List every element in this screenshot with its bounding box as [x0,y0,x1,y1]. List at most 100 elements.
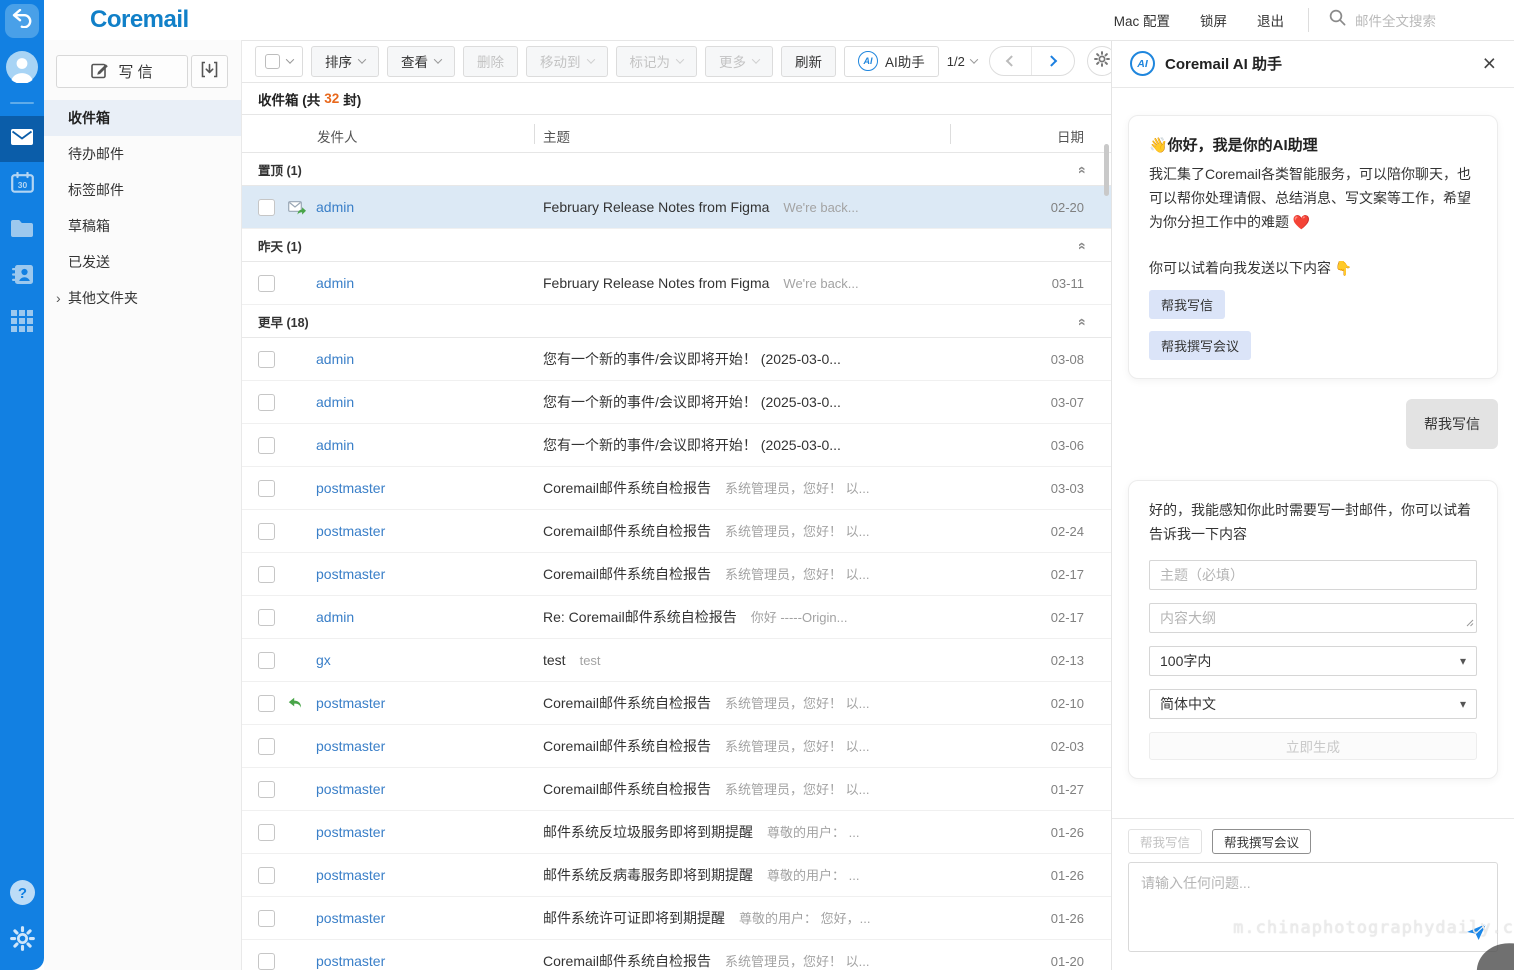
mail-row[interactable]: postmaster Coremail邮件系统自检报告 系统管理员，您好！ 以.… [242,510,1111,553]
mark-as-button[interactable]: 标记为 [616,46,698,77]
row-subject[interactable]: 邮件系统反病毒服务即将到期提醒 尊敬的用户： ... [543,865,1022,885]
row-checkbox[interactable] [258,910,275,927]
ai-assistant-button[interactable]: AI AI助手 [844,46,939,77]
collapse-icon[interactable]: « [1075,242,1091,250]
mail-row[interactable]: admin Re: Coremail邮件系统自检报告 你好 -----Origi… [242,596,1111,639]
row-checkbox[interactable] [258,953,275,970]
row-sender[interactable]: postmaster [316,523,543,539]
send-icon[interactable] [1466,923,1487,944]
length-select[interactable]: 100字内 ▾ [1149,646,1477,676]
row-sender[interactable]: admin [316,437,543,453]
row-subject[interactable]: 您有一个新的事件/会议即将开始！ (2025-03-0... [543,435,1022,455]
row-checkbox[interactable] [258,781,275,798]
row-subject[interactable]: test test [543,652,1022,668]
mail-row[interactable]: postmaster Coremail邮件系统自检报告 系统管理员，您好！ 以.… [242,682,1111,725]
row-checkbox[interactable] [258,523,275,540]
sidebar-folder-3[interactable]: 草稿箱 [44,208,241,244]
more-button[interactable]: 更多 [705,46,773,77]
row-sender[interactable]: postmaster [316,867,543,883]
column-date[interactable]: 日期 [1057,126,1084,146]
row-sender[interactable]: postmaster [316,953,543,969]
move-to-button[interactable]: 移动到 [526,46,608,77]
mail-row[interactable]: admin February Release Notes from Figma … [242,262,1111,305]
row-subject[interactable]: Coremail邮件系统自检报告 系统管理员，您好！ 以... [543,478,1022,498]
suggestion-chip-1[interactable]: 帮我撰写会议 [1149,331,1251,360]
mail-row[interactable]: admin 您有一个新的事件/会议即将开始！ (2025-03-0... 03-… [242,424,1111,467]
sort-button[interactable]: 排序 [311,46,379,77]
mail-row[interactable]: postmaster Coremail邮件系统自检报告 系统管理员，您好！ 以.… [242,725,1111,768]
row-subject[interactable]: February Release Notes from Figma We're … [543,199,1022,215]
mail-row[interactable]: gx test test 02-13 [242,639,1111,682]
mail-row[interactable]: postmaster Coremail邮件系统自检报告 系统管理员，您好！ 以.… [242,768,1111,811]
column-subject[interactable]: 主题 [543,126,570,146]
row-sender[interactable]: admin [316,394,543,410]
row-subject[interactable]: 您有一个新的事件/会议即将开始！ (2025-03-0... [543,349,1022,369]
row-checkbox[interactable] [258,480,275,497]
row-checkbox[interactable] [258,566,275,583]
section-header[interactable]: 更早 (18) « [242,305,1111,338]
select-all-dropdown[interactable] [255,46,303,77]
mail-list-scrollbar[interactable] [1104,144,1109,196]
mail-row[interactable]: postmaster Coremail邮件系统自检报告 系统管理员，您好！ 以.… [242,553,1111,596]
row-checkbox[interactable] [258,609,275,626]
settings-button[interactable] [5,924,39,958]
refresh-button[interactable]: 刷新 [781,46,836,77]
generate-button[interactable]: 立即生成 [1149,732,1477,760]
quick-action-button-0[interactable]: 帮我写信 [1128,829,1202,854]
sidebar-folder-5[interactable]: ›其他文件夹 [44,280,241,316]
mail-row[interactable]: admin February Release Notes from Figma … [242,186,1111,229]
subject-input[interactable]: 主题（必填） [1149,560,1477,590]
section-header[interactable]: 置顶 (1) « [242,153,1111,186]
collapse-icon[interactable]: « [1075,318,1091,326]
row-subject[interactable]: Coremail邮件系统自检报告 系统管理员，您好！ 以... [543,736,1022,756]
rail-item-apps[interactable] [0,300,44,346]
view-button[interactable]: 查看 [387,46,455,77]
row-checkbox[interactable] [258,867,275,884]
column-sender[interactable]: 发件人 [317,126,358,146]
row-subject[interactable]: February Release Notes from Figma We're … [543,275,1022,291]
row-subject[interactable]: Coremail邮件系统自检报告 系统管理员，您好！ 以... [543,779,1022,799]
row-sender[interactable]: postmaster [316,738,543,754]
row-checkbox[interactable] [258,652,275,669]
rail-item-mail[interactable] [0,116,44,162]
help-button[interactable]: ? [5,878,39,912]
mail-row[interactable]: postmaster Coremail邮件系统自检报告 系统管理员，您好！ 以.… [242,467,1111,510]
row-checkbox[interactable] [258,394,275,411]
undo-button[interactable] [5,4,39,38]
row-sender[interactable]: gx [316,652,543,668]
row-checkbox[interactable] [258,275,275,292]
row-subject[interactable]: Re: Coremail邮件系统自检报告 你好 -----Origin... [543,607,1022,627]
row-checkbox[interactable] [258,199,275,216]
next-page-button[interactable] [1032,47,1074,75]
row-subject[interactable]: 邮件系统许可证即将到期提醒 尊敬的用户： 您好，... [543,908,1022,928]
rail-item-folders[interactable] [0,208,44,254]
mail-row[interactable]: admin 您有一个新的事件/会议即将开始！ (2025-03-0... 03-… [242,338,1111,381]
page-indicator[interactable]: 1/2 [947,54,977,69]
row-sender[interactable]: admin [316,351,543,367]
language-select[interactable]: 简体中文 ▾ [1149,689,1477,719]
close-icon[interactable]: × [1483,52,1496,75]
ai-chat-input[interactable]: 请输入任何问题... [1128,862,1498,952]
delete-button[interactable]: 删除 [463,46,518,77]
section-header[interactable]: 昨天 (1) « [242,229,1111,262]
row-sender[interactable]: admin [316,275,543,291]
sidebar-folder-1[interactable]: 待办邮件 [44,136,241,172]
row-checkbox[interactable] [258,695,275,712]
mail-row[interactable]: admin 您有一个新的事件/会议即将开始！ (2025-03-0... 03-… [242,381,1111,424]
row-subject[interactable]: Coremail邮件系统自检报告 系统管理员，您好！ 以... [543,564,1022,584]
row-checkbox[interactable] [258,738,275,755]
compose-button[interactable]: 写 信 [56,55,188,88]
row-subject[interactable]: Coremail邮件系统自检报告 系统管理员，您好！ 以... [543,951,1022,970]
sidebar-folder-4[interactable]: 已发送 [44,244,241,280]
topbar-menu-mac-config[interactable]: Mac 配置 [1114,10,1170,30]
receive-mail-button[interactable] [191,55,228,88]
collapse-icon[interactable]: « [1075,166,1091,174]
quick-action-button-1[interactable]: 帮我撰写会议 [1212,829,1311,854]
row-subject[interactable]: 邮件系统反垃圾服务即将到期提醒 尊敬的用户： ... [543,822,1022,842]
row-sender[interactable]: postmaster [316,781,543,797]
prev-page-button[interactable] [990,47,1032,75]
outline-textarea[interactable]: 内容大纲 [1149,603,1477,633]
resize-handle-icon[interactable] [1466,614,1474,630]
topbar-menu-lock[interactable]: 锁屏 [1200,10,1227,30]
row-sender[interactable]: postmaster [316,480,543,496]
